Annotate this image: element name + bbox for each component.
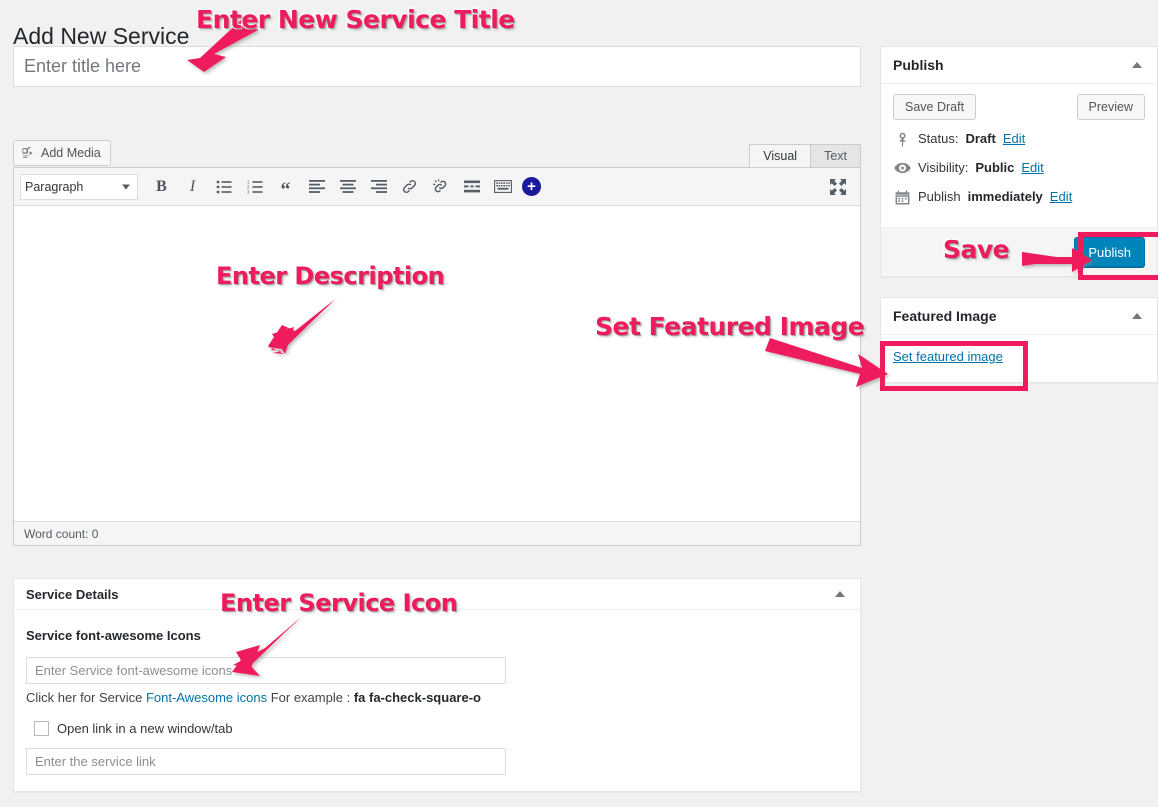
align-center-icon[interactable] xyxy=(332,172,363,202)
publish-actions-row: Save Draft Preview xyxy=(881,84,1157,130)
open-link-new-tab-label: Open link in a new window/tab xyxy=(57,721,233,736)
open-link-new-tab-checkbox[interactable] xyxy=(34,721,49,736)
main-content-column: Add Media Visual Text Paragraph B I xyxy=(13,46,861,792)
service-details-header: Service Details xyxy=(14,579,860,610)
toolbar-toggle-icon[interactable]: + xyxy=(522,177,541,196)
bulleted-list-icon[interactable] xyxy=(208,172,239,202)
helper-middle: For example : xyxy=(270,690,351,705)
bold-icon[interactable]: B xyxy=(146,172,177,202)
publish-panel-title: Publish xyxy=(893,57,944,73)
editor-container: Paragraph B I 1 2 3 “ + Word count: 0 xyxy=(13,167,861,546)
service-icon-input[interactable] xyxy=(26,657,506,684)
service-icon-field-label: Service font-awesome Icons xyxy=(26,628,201,643)
helper-example-value: fa fa-check-square-o xyxy=(353,690,481,705)
editor-mode-tabs: Visual Text xyxy=(749,144,861,167)
paragraph-format-select[interactable]: Paragraph xyxy=(20,173,138,200)
save-draft-button[interactable]: Save Draft xyxy=(893,94,977,120)
tab-text[interactable]: Text xyxy=(810,144,861,167)
publish-panel-header: Publish xyxy=(881,47,1157,84)
schedule-prefix: Publish xyxy=(918,189,961,204)
featured-image-panel: Featured Image Set featured image xyxy=(880,297,1158,383)
insert-link-icon[interactable] xyxy=(394,172,425,202)
sidebar-column: Publish Save Draft Preview Status: Draft… xyxy=(880,46,1158,403)
publish-misc-actions: Status: Draft Edit Visibility: Public Ed… xyxy=(881,130,1157,227)
chevron-up-icon[interactable] xyxy=(830,584,850,604)
post-title-input[interactable] xyxy=(13,46,861,87)
service-icon-helper-text: Click her for Service Font-Awesome icons… xyxy=(26,690,848,705)
distraction-free-icon[interactable] xyxy=(828,177,848,197)
word-count-status: Word count: 0 xyxy=(14,521,860,545)
schedule-edit-link[interactable]: Edit xyxy=(1050,188,1072,206)
chevron-down-icon xyxy=(122,184,130,189)
blockquote-icon[interactable]: “ xyxy=(270,172,301,202)
paragraph-format-value: Paragraph xyxy=(25,179,84,194)
chevron-up-icon[interactable] xyxy=(1127,306,1147,326)
editor-content-area[interactable] xyxy=(14,206,860,521)
font-awesome-icons-link[interactable]: Font-Awesome icons xyxy=(146,690,267,705)
publish-panel: Publish Save Draft Preview Status: Draft… xyxy=(880,46,1158,277)
status-value: Draft xyxy=(965,131,996,146)
visibility-row: Visibility: Public Edit xyxy=(893,159,1145,177)
pin-icon xyxy=(893,132,911,147)
svg-text:3: 3 xyxy=(247,189,250,194)
remove-link-icon[interactable] xyxy=(425,172,456,202)
open-link-new-tab-row: Open link in a new window/tab xyxy=(34,721,848,736)
service-details-metabox: Service Details Service font-awesome Ico… xyxy=(13,578,861,792)
keyboard-shortcuts-icon[interactable] xyxy=(487,172,518,202)
eye-icon xyxy=(893,162,911,174)
add-media-button[interactable]: Add Media xyxy=(13,140,111,166)
featured-image-header: Featured Image xyxy=(881,298,1157,335)
publish-button[interactable]: Publish xyxy=(1074,237,1145,267)
set-featured-image-link[interactable]: Set featured image xyxy=(893,349,1003,364)
visibility-edit-link[interactable]: Edit xyxy=(1021,159,1043,177)
add-media-label: Add Media xyxy=(41,146,101,160)
schedule-value: immediately xyxy=(967,189,1043,204)
service-details-title: Service Details xyxy=(26,586,119,602)
publish-footer: Publish xyxy=(881,227,1157,276)
chevron-up-icon[interactable] xyxy=(1127,55,1147,75)
align-left-icon[interactable] xyxy=(301,172,332,202)
preview-button[interactable]: Preview xyxy=(1076,94,1145,120)
editor-toolbar: Paragraph B I 1 2 3 “ + xyxy=(14,168,860,206)
add-media-icon xyxy=(21,146,35,160)
status-row: Status: Draft Edit xyxy=(893,130,1145,148)
align-right-icon[interactable] xyxy=(363,172,394,202)
visibility-prefix: Visibility: xyxy=(918,160,969,175)
tab-visual[interactable]: Visual xyxy=(749,144,812,167)
service-details-body: Service font-awesome Icons Click her for… xyxy=(14,610,860,791)
status-prefix: Status: xyxy=(918,131,959,146)
service-link-input[interactable] xyxy=(26,748,506,775)
annotation-enter-title: Enter New Service Title xyxy=(195,4,517,36)
wordpress-add-new-service-screen: Add New Service Add Media Visual Text xyxy=(0,0,1158,807)
visibility-value: Public xyxy=(975,160,1015,175)
status-edit-link[interactable]: Edit xyxy=(1003,130,1025,148)
numbered-list-icon[interactable]: 1 2 3 xyxy=(239,172,270,202)
featured-image-body: Set featured image xyxy=(881,335,1157,382)
insert-read-more-icon[interactable] xyxy=(456,172,487,202)
italic-icon[interactable]: I xyxy=(177,172,208,202)
calendar-icon xyxy=(893,189,911,205)
helper-prefix: Click her for Service xyxy=(26,690,143,705)
featured-image-title: Featured Image xyxy=(893,308,997,324)
schedule-row: Publish immediately Edit xyxy=(893,188,1145,206)
